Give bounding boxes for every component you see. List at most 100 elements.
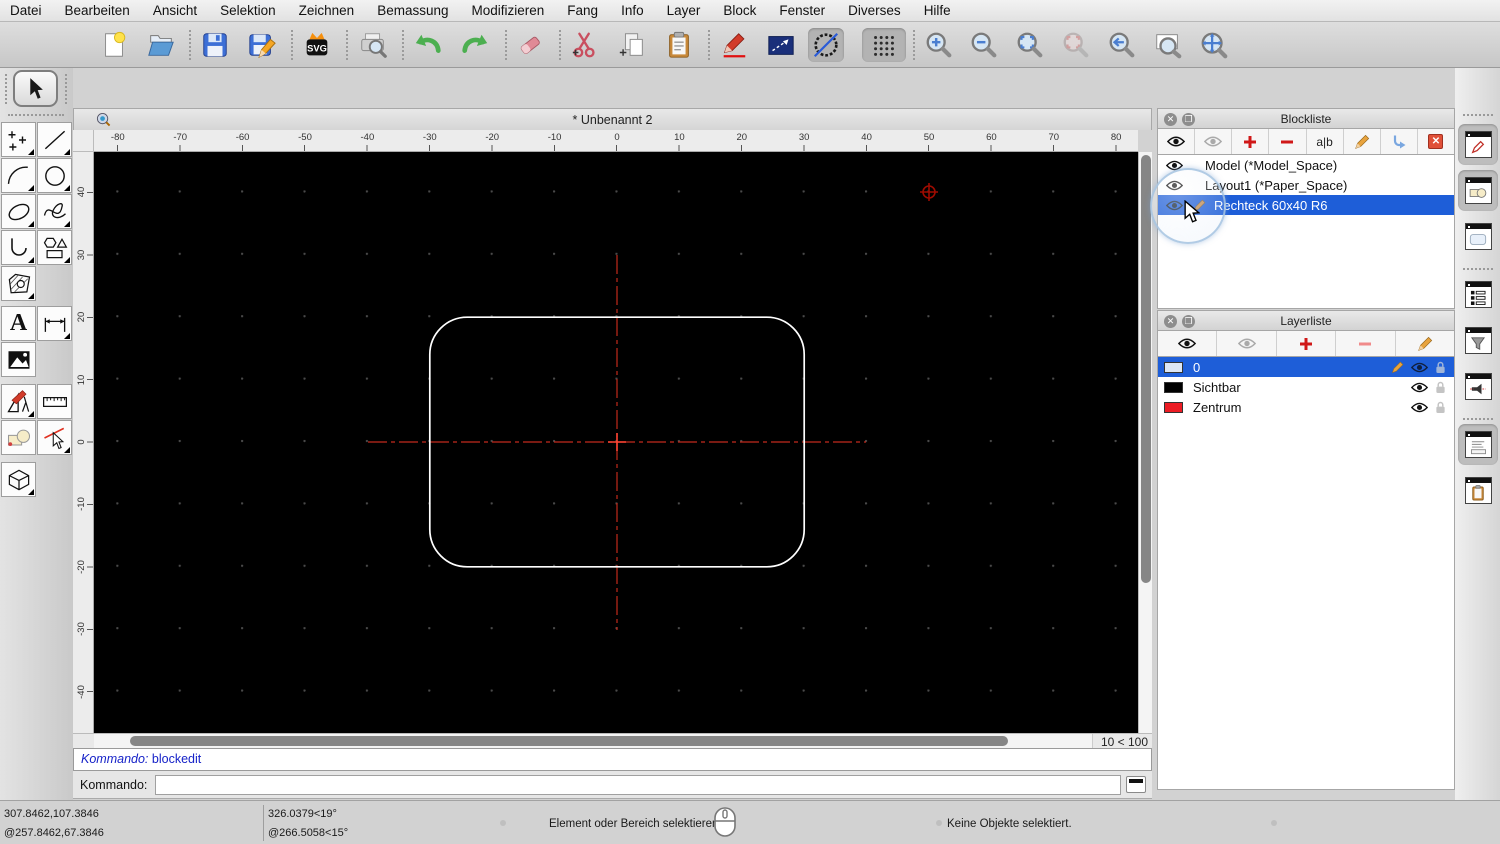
toolbar-handle[interactable] — [5, 74, 7, 104]
block-list-toggle-button[interactable] — [1458, 170, 1498, 211]
svg-export-button[interactable]: SVG — [299, 28, 335, 62]
zoom-in-button[interactable] — [921, 28, 957, 62]
menu-bearbeiten[interactable]: Bearbeiten — [65, 3, 130, 18]
block-row-layout1[interactable]: Layout1 (*Paper_Space) — [1158, 175, 1454, 195]
auto-zoom-button[interactable] — [1012, 28, 1048, 62]
ellipse-tool-button[interactable] — [1, 194, 36, 229]
menu-info[interactable]: Info — [621, 3, 644, 18]
grid-toggle-button[interactable] — [862, 28, 906, 62]
layer-list-toggle-button[interactable] — [1458, 274, 1498, 315]
delete-eraser-button[interactable] — [512, 28, 548, 62]
layer-color-swatch[interactable] — [1164, 361, 1183, 373]
new-document-button[interactable] — [96, 28, 132, 62]
add-layer-button[interactable] — [1277, 331, 1337, 356]
edit-layer-button[interactable] — [1396, 331, 1454, 356]
zoom-window-button[interactable] — [1150, 28, 1186, 62]
vertical-scrollbar-thumb[interactable] — [1141, 155, 1151, 583]
zoom-selection-button[interactable] — [1058, 28, 1094, 62]
image-tool-button[interactable] — [1, 342, 36, 377]
block-visibility-eye-icon[interactable] — [1166, 200, 1183, 211]
undo-button[interactable] — [410, 28, 446, 62]
library-browser-toggle-button[interactable] — [1458, 216, 1498, 257]
layer-row-zentrum[interactable]: Zentrum — [1158, 397, 1454, 417]
layer-lock-icon[interactable] — [1435, 361, 1446, 374]
copy-button[interactable] — [614, 28, 650, 62]
dimension-tool-button[interactable] — [37, 306, 72, 341]
property-editor-toggle-button[interactable] — [1458, 124, 1498, 165]
save-button[interactable] — [197, 28, 233, 62]
modify-tool-button[interactable] — [1, 384, 36, 419]
show-all-blocks-button[interactable] — [1158, 129, 1196, 154]
clipboard-panel-toggle-button[interactable] — [1458, 470, 1498, 511]
toolbar-handle[interactable] — [1463, 114, 1493, 116]
layer-color-swatch[interactable] — [1164, 401, 1183, 413]
command-input[interactable] — [155, 774, 1122, 795]
selection-rectangle-button[interactable] — [763, 28, 799, 62]
layer-visibility-eye-icon[interactable] — [1411, 362, 1428, 373]
pan-button[interactable] — [1196, 28, 1232, 62]
block-row-rechteck-selected[interactable]: Rechteck 60x40 R6 — [1158, 195, 1454, 215]
layer-row-sichtbar[interactable]: Sichtbar — [1158, 377, 1454, 397]
close-panel-button[interactable]: ✕ — [1164, 112, 1177, 126]
line-tool-button[interactable] — [37, 122, 72, 157]
reference-view-toggle-button[interactable] — [1458, 366, 1498, 407]
horizontal-scrollbar[interactable] — [94, 734, 1093, 749]
layer-lock-icon[interactable] — [1435, 401, 1446, 414]
spline-tool-button[interactable] — [37, 194, 72, 229]
menu-block[interactable]: Block — [723, 3, 756, 18]
toolbar-handle[interactable] — [8, 114, 64, 116]
menu-fang[interactable]: Fang — [567, 3, 598, 18]
vertical-scrollbar[interactable] — [1138, 152, 1152, 733]
layer-color-swatch[interactable] — [1164, 381, 1183, 393]
menu-diverses[interactable]: Diverses — [848, 3, 901, 18]
layer-visibility-eye-icon[interactable] — [1411, 402, 1428, 413]
text-tool-button[interactable]: A — [1, 306, 36, 341]
document-title-bar[interactable]: * Unbenannt 2 — [73, 108, 1152, 130]
menu-selektion[interactable]: Selektion — [220, 3, 276, 18]
circle-tool-button[interactable] — [37, 158, 72, 193]
block-row-model[interactable]: Model (*Model_Space) — [1158, 155, 1454, 175]
block-visibility-eye-icon[interactable] — [1166, 160, 1183, 171]
redo-button[interactable] — [457, 28, 493, 62]
save-as-button[interactable] — [244, 28, 280, 62]
shape-tool-button[interactable] — [37, 230, 72, 265]
purge-block-button[interactable]: ✕ — [1418, 129, 1454, 154]
draw-freehand-button[interactable] — [716, 28, 752, 62]
show-all-layers-button[interactable] — [1158, 331, 1218, 356]
layer-visibility-eye-icon[interactable] — [1411, 382, 1428, 393]
add-block-button[interactable] — [1232, 129, 1270, 154]
layer-edit-pencil-icon[interactable] — [1391, 361, 1404, 374]
arc-tool-button[interactable] — [1, 158, 36, 193]
drawing-canvas[interactable] — [94, 152, 1138, 733]
command-window-toggle-button[interactable] — [1126, 776, 1147, 793]
modify-selection-tool-button[interactable] — [37, 420, 72, 455]
menu-modifizieren[interactable]: Modifizieren — [472, 3, 545, 18]
measure-tool-button[interactable] — [37, 384, 72, 419]
menu-bemassung[interactable]: Bemassung — [377, 3, 448, 18]
menu-fenster[interactable]: Fenster — [779, 3, 825, 18]
menu-ansicht[interactable]: Ansicht — [153, 3, 197, 18]
layer-lock-icon[interactable] — [1435, 381, 1446, 394]
hatch-tool-button[interactable] — [1, 266, 36, 301]
menu-hilfe[interactable]: Hilfe — [924, 3, 951, 18]
float-panel-button[interactable]: ❐ — [1182, 314, 1195, 328]
close-panel-button[interactable]: ✕ — [1164, 314, 1177, 328]
selection-filter-toggle-button[interactable] — [1458, 320, 1498, 361]
zoom-previous-button[interactable] — [1104, 28, 1140, 62]
menu-zeichnen[interactable]: Zeichnen — [299, 3, 355, 18]
horizontal-scrollbar-thumb[interactable] — [130, 736, 1008, 746]
paste-button[interactable] — [661, 28, 697, 62]
print-preview-button[interactable] — [355, 28, 391, 62]
insert-block-button[interactable] — [1381, 129, 1418, 154]
remove-block-button[interactable] — [1269, 129, 1307, 154]
toolbar-handle[interactable] — [65, 74, 67, 104]
polyline-tool-button[interactable] — [1, 230, 36, 265]
zoom-out-button[interactable] — [966, 28, 1002, 62]
layer-row-0-selected[interactable]: 0 — [1158, 357, 1454, 377]
float-panel-button[interactable]: ❐ — [1182, 112, 1195, 126]
open-file-button[interactable] — [143, 28, 179, 62]
menu-layer[interactable]: Layer — [667, 3, 701, 18]
solid-tool-button[interactable] — [1, 462, 36, 497]
block-visibility-eye-icon[interactable] — [1166, 180, 1183, 191]
restrict-off-button[interactable] — [808, 28, 844, 62]
